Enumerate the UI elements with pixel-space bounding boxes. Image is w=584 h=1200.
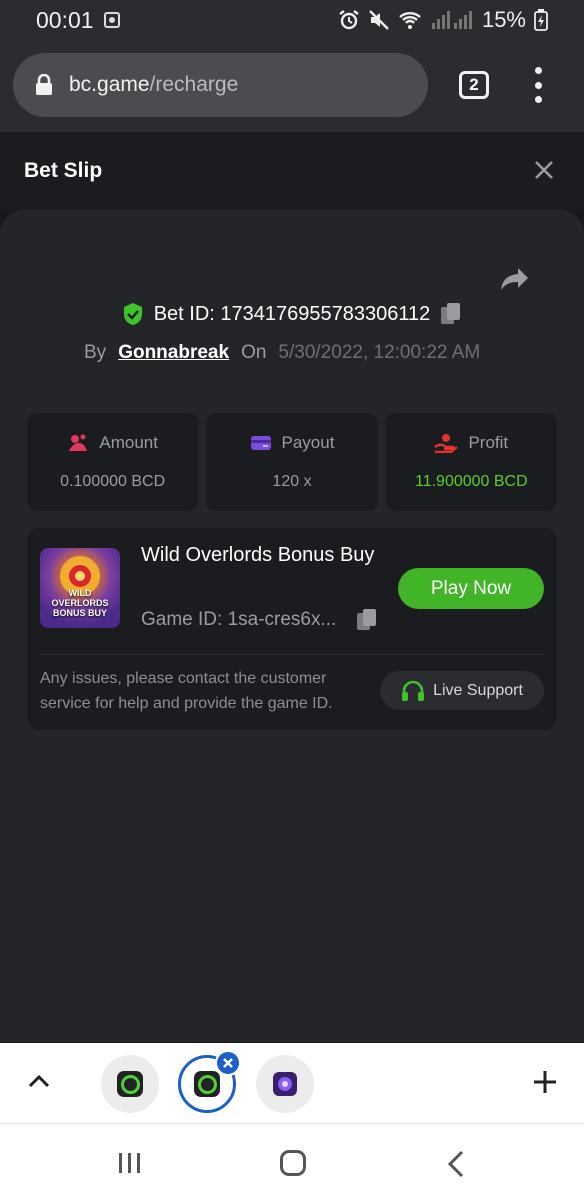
on-label: On [241,342,267,363]
profit-hand-icon [434,434,459,453]
address-bar[interactable]: bc.game/recharge [13,53,428,117]
copy-icon[interactable] [440,302,462,326]
tab-bc-game-1[interactable] [101,1055,159,1113]
verified-shield-icon [123,303,142,325]
live-support-label: Live Support [433,681,523,699]
alarm-icon [339,10,359,30]
support-notice: Any issues, please contact the customer … [40,670,333,712]
tab-close-icon[interactable] [215,1050,241,1076]
battery-percent: 15% [481,7,526,32]
stat-profit: Profit 11.900000 BCD [385,413,557,511]
game-thumbnail-text: WILD OVERLORDS BONUS BUY [51,588,109,618]
game-site-icon [273,1072,297,1096]
game-title: Wild Overlords Bonus Buy [141,544,375,566]
bet-stats: Amount 0.100000 BCD Payout 120 x Profit … [27,413,557,511]
stat-label: Payout [281,433,335,452]
bet-detail-card: Bet ID: 1734176955783306112 By Gonnabrea… [0,210,584,1042]
url-host: bc.game [69,73,150,96]
tab-switcher-button[interactable]: 2 [459,71,489,99]
new-tab-icon[interactable] [532,1069,558,1095]
payout-card-icon [250,436,271,450]
headset-icon [402,680,425,701]
stat-label: Profit [468,433,509,452]
live-support-button[interactable]: Live Support [380,671,544,710]
stat-value: 120 x [272,473,312,490]
home-icon[interactable] [280,1150,306,1176]
mute-icon [369,10,389,30]
share-icon[interactable] [500,266,530,292]
bet-id: Bet ID: 1734176955783306112 [153,302,431,325]
bet-id-row: Bet ID: 1734176955783306112 [0,302,584,326]
status-bar: 00:01 15% [0,0,584,40]
close-icon[interactable] [532,158,556,182]
stat-value: 11.900000 BCD [414,473,528,490]
chevron-up-icon[interactable] [27,1071,51,1089]
divider [40,654,544,655]
system-nav-bar [0,1123,584,1200]
bc-game-icon [194,1071,220,1097]
tab-bc-game-active[interactable] [178,1050,241,1113]
battery-charging-icon [534,9,548,31]
status-time: 00:01 [36,6,94,33]
bet-date: 5/30/2022, 12:00:22 AM [278,342,481,363]
tab-game-site[interactable] [256,1055,314,1113]
by-label: By [84,342,107,363]
game-thumbnail[interactable]: WILD OVERLORDS BONUS BUY [40,548,120,628]
lock-icon [36,74,52,95]
amount-icon [69,434,88,451]
back-icon[interactable] [446,1150,466,1178]
play-now-button[interactable]: Play Now [398,568,544,609]
game-id-row: Game ID: 1sa-cres6x... [141,608,378,632]
recents-icon[interactable] [117,1151,143,1175]
more-options-icon[interactable] [530,67,546,103]
bet-slip-header: Bet Slip [0,132,584,210]
browser-toolbar: bc.game/recharge 2 [0,40,584,132]
stat-value: 0.100000 BCD [60,473,166,490]
game-id: Game ID: 1sa-cres6x... [141,609,337,630]
signal-icon [431,11,472,29]
url-path: /recharge [149,73,239,96]
bc-game-icon [117,1071,143,1097]
stat-payout: Payout 120 x [206,413,378,511]
username-link[interactable]: Gonnabreak [118,342,229,364]
game-card: WILD OVERLORDS BONUS BUY Wild Overlords … [27,528,557,730]
page-title: Bet Slip [24,159,103,182]
bet-meta-row: By Gonnabreak On 5/30/2022, 12:00:22 AM [84,342,480,364]
copy-icon[interactable] [356,608,378,632]
stat-label: Amount [99,433,158,452]
stat-amount: Amount 0.100000 BCD [27,413,199,511]
wifi-icon [399,12,421,29]
screen-record-icon [103,12,120,28]
browser-tab-strip [0,1043,584,1123]
